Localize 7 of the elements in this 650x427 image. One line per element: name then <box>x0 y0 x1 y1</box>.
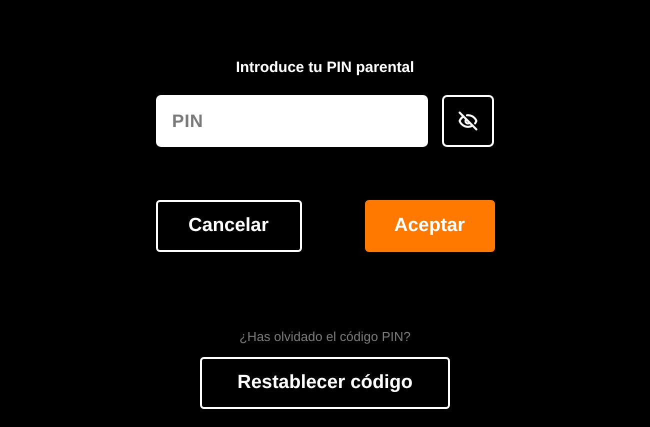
reset-code-button[interactable]: Restablecer código <box>200 357 450 409</box>
pin-field[interactable]: PIN <box>156 95 428 147</box>
forgot-pin-hint: ¿Has olvidado el código PIN? <box>239 329 411 345</box>
dialog-title: Introduce tu PIN parental <box>236 58 414 78</box>
hidden-eye-icon <box>458 111 478 131</box>
hide-pin-button[interactable] <box>442 95 494 147</box>
cancel-button[interactable]: Cancelar <box>156 200 302 252</box>
